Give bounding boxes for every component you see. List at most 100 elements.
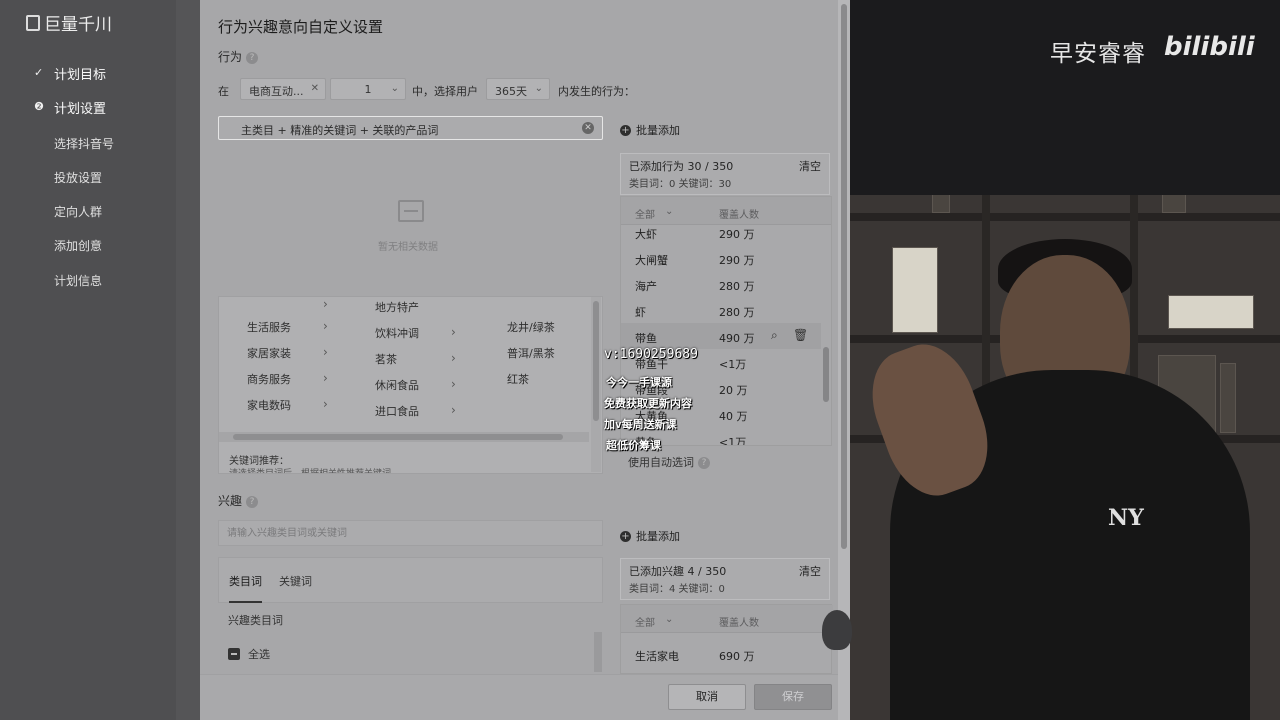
behavior-batch-add-button[interactable]: + 批量添加 [620, 122, 680, 138]
list-item[interactable]: 带鱼 490 万 ⌕ 🗑 [621, 323, 821, 349]
chevron-down-icon: ⌄ [665, 206, 674, 217]
interest-clear-button[interactable]: 清空 [799, 563, 821, 579]
auto-select-words[interactable]: 使用自动选词? [628, 454, 710, 470]
interest-summary: 已添加兴趣 4 / 350 清空 类目词：4 关键词：0 [620, 558, 830, 600]
book [932, 195, 950, 213]
nav-plan-settings[interactable]: 计划设置 [54, 98, 106, 117]
list-header: 全部 ⌄ 覆盖人数 [621, 605, 833, 633]
nav-add-creative[interactable]: 添加创意 [54, 237, 102, 254]
nav-select-account[interactable]: 选择抖音号 [54, 135, 114, 152]
category-item[interactable]: 家居家装 [247, 345, 291, 361]
category-item[interactable]: 进口食品 [375, 403, 419, 419]
list-item[interactable]: 大虾 290 万 [621, 219, 821, 245]
plus-icon: + [620, 530, 631, 542]
empty-text: 暂无相关数据 [378, 242, 438, 253]
clear-icon[interactable]: ✕ [582, 122, 594, 134]
tab-keywords[interactable]: 关键词 [279, 573, 312, 589]
chevron-right-icon: › [451, 377, 456, 391]
close-icon[interactable]: ✕ [311, 83, 319, 94]
nav-plan-goal[interactable]: 计划目标 [54, 64, 106, 83]
category-item[interactable]: 休闲食品 [375, 377, 419, 393]
watermark-line: 免费获取更新内容 [604, 397, 692, 410]
chevron-right-icon: › [323, 397, 328, 411]
category-item[interactable]: 地方特产 [375, 299, 419, 315]
scroll-thumb[interactable] [593, 301, 599, 421]
list-item[interactable]: 虾 280 万 [621, 297, 821, 323]
category-item[interactable]: 红茶 [507, 371, 529, 387]
chevron-right-icon: › [451, 351, 456, 365]
category-cascader: 生活服务 家居家装 商务服务 家电数码 › › › › › 地方特产 饮料冲调 … [218, 296, 603, 474]
channel-name: 早安睿睿 [1050, 41, 1146, 67]
behavior-added-breakdown: 类目词：0 关键词：30 [629, 179, 732, 190]
behavior-section-label: 行为? [218, 48, 259, 65]
scroll-thumb[interactable] [233, 434, 563, 440]
behavior-suffix: 内发生的行为： [558, 85, 635, 98]
nav-plan-info[interactable]: 计划信息 [54, 272, 102, 289]
tab-category-words[interactable]: 类目词 [229, 573, 262, 603]
mascot-icon [822, 610, 852, 650]
bilibili-logo: bilibili [1164, 32, 1255, 62]
behavior-scene-select[interactable]: 电商互动... ✕ [240, 78, 326, 100]
watermark-line: 今今一手课源 [606, 376, 672, 389]
category-item[interactable]: 普洱/黑茶 [507, 345, 555, 361]
behavior-days-select[interactable]: 1 ⌄ [330, 78, 406, 100]
category-item[interactable]: 商务服务 [247, 371, 291, 387]
logo-icon [26, 14, 40, 31]
behavior-period-select[interactable]: 365天 ⌄ [486, 78, 550, 100]
checkbox-indeterminate-icon [228, 648, 240, 660]
save-button[interactable]: 保存 [754, 684, 832, 710]
interest-search-input[interactable] [218, 520, 603, 546]
behavior-mid-text: 中，选择用户 [412, 85, 478, 98]
chevron-right-icon: › [323, 297, 328, 311]
book [1168, 295, 1254, 329]
behavior-keyword-input[interactable]: 主类目 + 精准的关键词 + 关联的产品词 ✕ [218, 116, 603, 140]
list-item[interactable]: 生活家电 690 万 [621, 641, 821, 667]
category-item[interactable]: 饮料冲调 [375, 325, 419, 341]
list-item[interactable]: 海产 280 万 [621, 271, 821, 297]
behavior-clear-button[interactable]: 清空 [799, 158, 821, 174]
cancel-button[interactable]: 取消 [668, 684, 746, 710]
list-item[interactable]: 大闸蟹 290 万 [621, 245, 821, 271]
behavior-added-count: 已添加行为 30 / 350 [629, 160, 734, 173]
plus-icon: + [620, 124, 631, 136]
modal-title: 行为兴趣意向自定义设置 [218, 18, 384, 36]
interest-added-breakdown: 类目词：4 关键词：0 [629, 584, 725, 595]
chevron-right-icon: › [323, 371, 328, 385]
interest-batch-add-button[interactable]: + 批量添加 [620, 528, 680, 544]
help-icon[interactable]: ? [246, 495, 259, 508]
webcam-scene: NY [850, 195, 1280, 720]
keyword-recommend-hint: 请选择类目词后，根据相关性推荐关键词 [229, 469, 392, 474]
app-logo[interactable]: 巨量千川 [26, 10, 112, 35]
nav-delivery-settings[interactable]: 投放设置 [54, 169, 102, 186]
chevron-right-icon: › [323, 345, 328, 359]
scroll-thumb[interactable] [841, 4, 847, 549]
search-icon[interactable]: ⌕ [771, 328, 778, 343]
category-item[interactable]: 茗茶 [375, 351, 397, 367]
vertical-scrollbar[interactable] [594, 632, 602, 672]
interest-search-field[interactable] [227, 525, 587, 541]
check-icon: ✓ [34, 66, 44, 79]
behavior-prefix: 在 [218, 85, 229, 98]
help-icon[interactable]: ? [246, 51, 259, 64]
filter-all[interactable]: 全部 [635, 614, 655, 629]
horizontal-scrollbar[interactable] [219, 432, 589, 442]
delete-icon[interactable]: 🗑 [793, 328, 808, 342]
scroll-thumb[interactable] [823, 347, 829, 402]
inbox-icon [398, 200, 424, 222]
empty-state: 暂无相关数据 [218, 150, 603, 295]
category-item[interactable]: 生活服务 [247, 319, 291, 335]
step-2-icon: ❷ [34, 100, 44, 113]
category-item[interactable]: 家电数码 [247, 397, 291, 413]
chevron-down-icon: ⌄ [665, 614, 674, 625]
vertical-scrollbar[interactable] [821, 227, 831, 443]
vertical-scrollbar[interactable] [591, 297, 601, 472]
behavior-keyword-value: 主类目 + 精准的关键词 + 关联的产品词 [241, 124, 439, 137]
category-item[interactable]: 龙井/绿茶 [507, 319, 555, 335]
select-all-checkbox[interactable]: 全选 [228, 646, 270, 662]
chevron-right-icon: › [451, 325, 456, 339]
interest-added-count: 已添加兴趣 4 / 350 [629, 565, 727, 578]
chevron-right-icon: › [451, 403, 456, 417]
watermark-line: 超低价筹课 [606, 439, 661, 452]
help-icon[interactable]: ? [698, 457, 710, 469]
nav-target-audience[interactable]: 定向人群 [54, 203, 102, 220]
